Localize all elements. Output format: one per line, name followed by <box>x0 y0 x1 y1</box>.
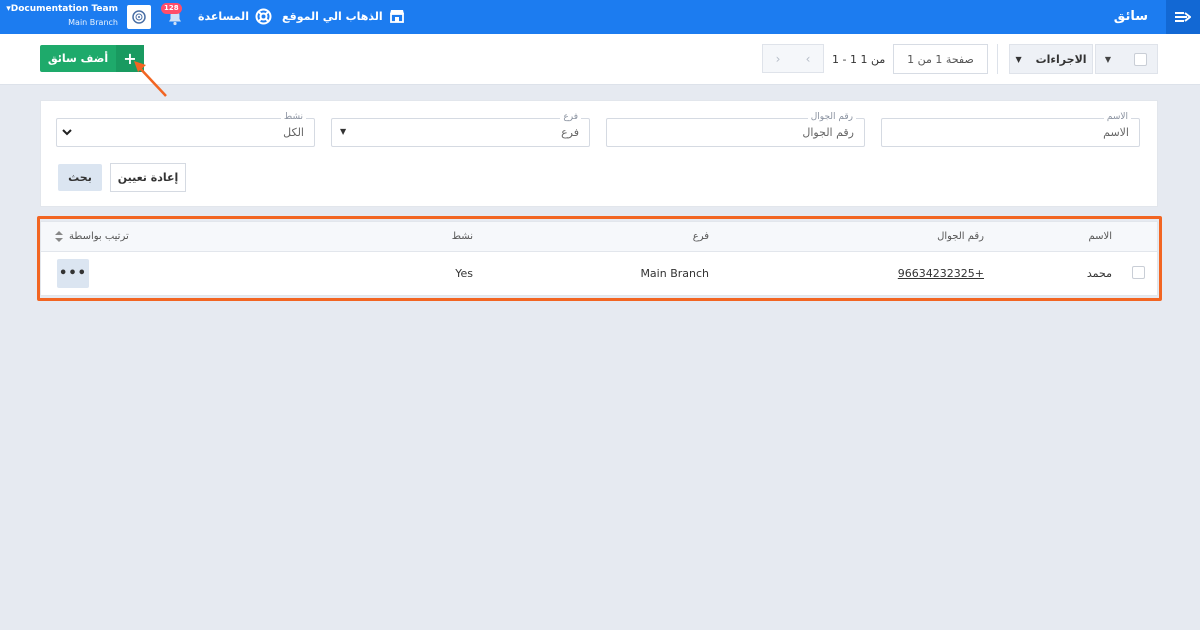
branch-filter-label: فرع <box>560 112 581 123</box>
column-header-name[interactable]: الاسم <box>1088 231 1112 242</box>
menu-toggle-button[interactable] <box>1166 0 1200 34</box>
help-link[interactable]: المساعدة <box>198 8 272 25</box>
phone-filter-label: رقم الجوال <box>807 112 856 123</box>
driver-branch: Main Branch <box>640 267 709 280</box>
reset-button[interactable]: إعادة تعيين <box>110 163 186 192</box>
table-row[interactable]: محمد 96634232325+ Main Branch Yes ••• <box>41 252 1157 296</box>
annotation-arrow-icon <box>134 61 167 97</box>
active-filter-value: الكل <box>283 126 304 139</box>
logo-icon <box>132 10 146 24</box>
branch-name: Main Branch <box>68 18 118 27</box>
team-name: Documentation Team <box>10 4 118 14</box>
actions-dropdown-button[interactable]: ▼ الاجراءات <box>1009 44 1093 74</box>
help-label: المساعدة <box>198 10 249 23</box>
pager-arrows: › ‹ <box>762 44 824 73</box>
search-button[interactable]: بحث <box>58 164 102 191</box>
prev-page-button[interactable]: › <box>763 45 793 72</box>
pager-count: 1 - 1 من 1 <box>832 53 886 66</box>
phone-filter-placeholder: رقم الجوال <box>802 126 854 139</box>
column-header-branch[interactable]: فرع <box>693 231 709 242</box>
driver-active: Yes <box>455 267 473 280</box>
row-checkbox[interactable] <box>1132 266 1145 279</box>
drivers-table: الاسم رقم الجوال فرع نشط ترتيب بواسطة مح… <box>40 221 1158 296</box>
divider <box>997 44 998 74</box>
next-page-button[interactable]: ‹ <box>793 45 823 72</box>
sort-icon <box>55 231 63 242</box>
chevron-down-icon <box>62 129 72 136</box>
column-header-phone[interactable]: رقم الجوال <box>937 231 984 242</box>
page-title: سائق <box>1113 9 1148 24</box>
caret-down-icon: ▼ <box>340 127 347 136</box>
select-all-checkbox[interactable] <box>1134 52 1147 66</box>
store-icon <box>389 10 404 23</box>
name-filter-placeholder: الاسم <box>1103 126 1129 139</box>
bulk-select: ▼ <box>1095 44 1158 74</box>
team-switcher[interactable]: ▾Documentation Team Main Branch <box>6 3 118 29</box>
company-logo[interactable] <box>127 5 151 29</box>
active-filter-select[interactable]: نشط الكل <box>56 112 315 147</box>
lifebuoy-icon <box>255 8 272 25</box>
table-header: الاسم رقم الجوال فرع نشط ترتيب بواسطة <box>41 222 1157 252</box>
more-actions-button[interactable]: ••• <box>57 259 89 288</box>
add-driver-label: أضف سائق <box>47 52 109 65</box>
sort-by-control[interactable]: ترتيب بواسطة <box>55 231 129 242</box>
driver-phone-link[interactable]: 96634232325+ <box>898 267 984 280</box>
phone-filter-input[interactable]: رقم الجوال رقم الجوال <box>606 112 865 147</box>
page-selector[interactable]: صفحة 1 من 1 <box>893 44 988 74</box>
notification-count-badge: 128 <box>161 3 182 14</box>
driver-name: محمد <box>1086 267 1112 280</box>
column-header-active[interactable]: نشط <box>452 231 473 242</box>
menu-arrow-icon <box>1175 12 1191 22</box>
go-to-site-label: الذهاب الي الموقع <box>282 9 383 23</box>
add-driver-button[interactable]: أضف سائق + <box>40 45 144 72</box>
top-bar: سائق ▾Documentation Team Main Branch 128… <box>0 0 1200 34</box>
active-filter-label: نشط <box>280 112 306 123</box>
filter-panel: الاسم الاسم رقم الجوال رقم الجوال فرع فر… <box>40 100 1158 207</box>
caret-down-icon: ▼ <box>1015 54 1022 64</box>
caret-down-icon[interactable]: ▼ <box>1096 55 1120 64</box>
sort-by-label: ترتيب بواسطة <box>69 231 129 242</box>
name-filter-label: الاسم <box>1103 112 1131 123</box>
actions-label: الاجراءات <box>1035 52 1087 66</box>
name-filter-input[interactable]: الاسم الاسم <box>881 112 1140 147</box>
branch-filter-select[interactable]: فرع فرع ▼ <box>331 112 590 147</box>
branch-filter-value: فرع <box>561 126 579 139</box>
go-to-site-link[interactable]: الذهاب الي الموقع <box>282 8 405 24</box>
